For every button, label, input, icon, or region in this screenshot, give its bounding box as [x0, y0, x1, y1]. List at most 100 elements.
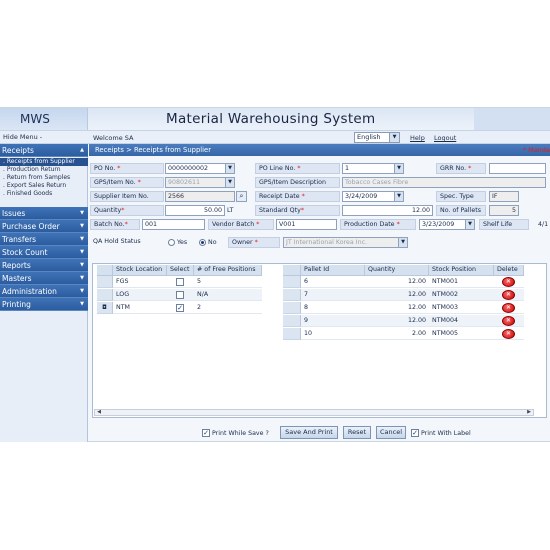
chevron-down-icon: ▼ [80, 223, 84, 229]
app-window: MWS Material Warehousing System Hide Men… [0, 107, 550, 442]
current-row-icon[interactable]: ◘ [97, 302, 113, 314]
batch-label: Batch No.* [90, 219, 140, 230]
language-select[interactable]: English ▼ [354, 132, 400, 143]
sidebar: Receipts ▲ . Receipts from Supplier . Pro… [0, 144, 88, 442]
qa-hold-no-radio[interactable] [199, 239, 206, 246]
sidebar-item-finished-goods[interactable]: . Finished Goods [0, 190, 88, 198]
sidebar-section-masters[interactable]: Masters ▼ [0, 272, 88, 285]
chevron-down-icon: ▼ [465, 220, 474, 229]
chevron-down-icon: ▼ [80, 288, 84, 294]
chevron-up-icon: ▲ [80, 147, 84, 153]
row-selector[interactable] [283, 276, 301, 288]
row-selector[interactable] [283, 328, 301, 340]
stock-position-cell: NTM002 [429, 289, 494, 301]
supplier-item-input[interactable]: 2566 [165, 191, 235, 202]
save-and-print-button[interactable]: Save And Print [280, 426, 338, 439]
welcome-text: Welcome SA [93, 134, 134, 142]
qa-hold-yes-radio[interactable] [168, 239, 175, 246]
delete-cell: ✕ [494, 328, 524, 340]
sidebar-item-export-sales-return[interactable]: . Export Sales Return [0, 182, 88, 190]
row-selector[interactable] [283, 315, 301, 327]
vendor-batch-label: Vendor Batch * [208, 219, 274, 230]
row-selector[interactable] [97, 289, 113, 301]
sidebar-section-stock-count[interactable]: Stock Count ▼ [0, 246, 88, 259]
sidebar-section-label: Transfers [2, 235, 37, 244]
qa-hold-yes-label: Yes [177, 239, 188, 246]
sidebar-section-issues[interactable]: Issues ▼ [0, 207, 88, 220]
select-checkbox-fgs[interactable] [176, 278, 184, 286]
quantity-input[interactable]: 50.00 [165, 205, 225, 216]
sidebar-section-printing[interactable]: Printing ▼ [0, 298, 88, 311]
chevron-down-icon: ▼ [80, 210, 84, 216]
grid-header-pallet-id: Pallet Id [301, 265, 365, 276]
grid-header-corner [97, 265, 113, 276]
search-icon[interactable]: ⌕ [236, 191, 247, 202]
production-date-select[interactable]: 3/23/2009 ▼ [419, 219, 475, 230]
pallet-id-cell: 8 [301, 302, 365, 314]
scroll-left-icon[interactable]: ◀ [95, 410, 103, 415]
grid-header-quantity: Quantity [365, 265, 429, 276]
scroll-right-icon[interactable]: ▶ [525, 410, 533, 415]
free-positions-cell: N/A [194, 289, 262, 301]
help-link[interactable]: Help [410, 134, 425, 142]
print-while-save-checkbox[interactable]: ✓ [202, 429, 210, 437]
chevron-down-icon: ▼ [80, 275, 84, 281]
chevron-down-icon: ▼ [80, 236, 84, 242]
delete-icon[interactable]: ✕ [502, 277, 515, 287]
sidebar-section-label: Administration [2, 287, 57, 296]
sidebar-section-transfers[interactable]: Transfers ▼ [0, 233, 88, 246]
sidebar-section-administration[interactable]: Administration ▼ [0, 285, 88, 298]
delete-icon[interactable]: ✕ [502, 303, 515, 313]
grr-no-label: GRR No. * [436, 163, 486, 174]
chevron-down-icon: ▼ [80, 249, 84, 255]
sidebar-section-label: Reports [2, 261, 31, 270]
sidebar-section-label: Masters [2, 274, 32, 283]
pallets-label: No. of Pallets [436, 205, 486, 216]
sidebar-section-purchase-order[interactable]: Purchase Order ▼ [0, 220, 88, 233]
sidebar-item-receipts-from-supplier[interactable]: . Receipts from Supplier [0, 158, 88, 166]
horizontal-scrollbar[interactable]: ◀ ▶ [94, 409, 534, 416]
vendor-batch-input[interactable]: V001 [276, 219, 337, 230]
gps-item-select[interactable]: 90802611 ▼ [165, 177, 235, 188]
breadcrumb: Receipts > Receipts from Supplier * Manda [89, 144, 550, 156]
sidebar-section-label: Stock Count [2, 248, 48, 257]
sidebar-item-return-from-samples[interactable]: . Return from Samples [0, 174, 88, 182]
shelf-life-label: Shelf Life [479, 219, 529, 230]
receipt-date-select[interactable]: 3/24/2009 ▼ [342, 191, 404, 202]
print-with-label-checkbox[interactable]: ✓ [411, 429, 419, 437]
delete-icon[interactable]: ✕ [502, 329, 515, 339]
row-selector[interactable] [97, 276, 113, 288]
grr-no-input[interactable] [489, 163, 546, 174]
delete-icon[interactable]: ✕ [502, 290, 515, 300]
sidebar-item-production-return[interactable]: . Production Return [0, 166, 88, 174]
sidebar-section-reports[interactable]: Reports ▼ [0, 259, 88, 272]
sidebar-section-receipts[interactable]: Receipts ▲ [0, 144, 88, 157]
shelf-life-value: 4/1 [538, 221, 549, 228]
hide-menu-link[interactable]: Hide Menu - [3, 133, 42, 141]
quantity-cell: 12.00 [365, 276, 429, 288]
reset-button[interactable]: Reset [343, 426, 371, 439]
chevron-down-icon: ▼ [80, 301, 84, 307]
row-selector[interactable] [283, 302, 301, 314]
standard-qty-input[interactable]: 12.00 [342, 205, 433, 216]
quantity-cell: 12.00 [365, 289, 429, 301]
grid-header-stock-position: Stock Position [429, 265, 494, 276]
batch-input[interactable]: 001 [142, 219, 205, 230]
app-header: MWS Material Warehousing System [0, 108, 550, 130]
production-date-value: 3/23/2009 [422, 221, 455, 228]
po-no-select[interactable]: 0000000002 ▼ [165, 163, 235, 174]
cancel-button[interactable]: Cancel [376, 426, 406, 439]
pallets-input[interactable]: 5 [489, 205, 519, 216]
sidebar-item-label: Finished Goods [6, 190, 53, 197]
row-selector[interactable] [283, 289, 301, 301]
po-line-select[interactable]: 1 ▼ [342, 163, 404, 174]
select-checkbox-ntm[interactable]: ✓ [176, 304, 184, 312]
sidebar-section-label: Receipts [2, 146, 34, 155]
logout-link[interactable]: Logout [434, 134, 456, 142]
owner-select[interactable]: JT International Korea Inc. ▼ [283, 237, 408, 248]
spec-type-input[interactable]: IF [489, 191, 519, 202]
delete-icon[interactable]: ✕ [502, 316, 515, 326]
free-positions-cell: 5 [194, 276, 262, 288]
gps-desc-input[interactable]: Tobacco Cases Fibre [342, 177, 546, 188]
select-checkbox-log[interactable] [176, 291, 184, 299]
